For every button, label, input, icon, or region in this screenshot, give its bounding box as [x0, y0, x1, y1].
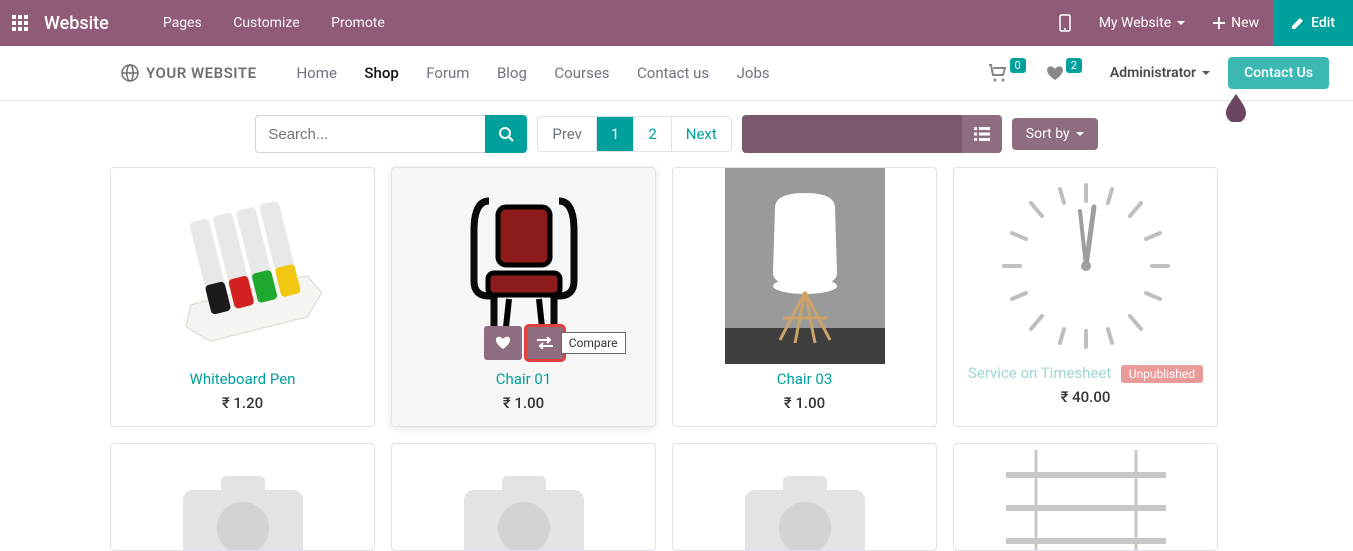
product-card[interactable] [672, 443, 937, 551]
caret-down-icon [1076, 132, 1084, 136]
logo-text: YOUR WEBSITE [146, 64, 257, 82]
product-price: ₹ 1.00 [503, 394, 544, 412]
sort-label: Sort by [1026, 126, 1070, 142]
pager-1[interactable]: 1 [597, 117, 634, 151]
search-input[interactable] [255, 115, 485, 153]
product-price: ₹ 1.00 [784, 394, 825, 412]
pager-2[interactable]: 2 [634, 117, 671, 151]
mywebsite-dropdown[interactable]: My Website [1085, 0, 1199, 46]
caret-down-icon [1202, 71, 1210, 75]
nav-forum[interactable]: Forum [414, 64, 481, 82]
nav-blog[interactable]: Blog [485, 64, 539, 82]
product-name[interactable]: Chair 03 [777, 370, 833, 388]
compare-button[interactable]: Compare [526, 326, 564, 360]
product-card[interactable]: Compare Chair 01 ₹ 1.00 [391, 167, 656, 427]
admin-label: Administrator [1110, 65, 1196, 81]
grid-view-button[interactable] [742, 115, 962, 153]
product-name[interactable]: Service on Timesheet [968, 364, 1111, 382]
product-image-placeholder [673, 444, 936, 551]
brand-title: Website [44, 13, 109, 34]
contact-us-button[interactable]: Contact Us [1228, 57, 1329, 89]
site-logo[interactable]: YOUR WEBSITE [120, 63, 257, 83]
product-card[interactable] [953, 443, 1218, 551]
nav-contactus[interactable]: Contact us [625, 64, 721, 82]
wishlist-heart-button[interactable] [484, 326, 522, 360]
topnav-customize[interactable]: Customize [219, 15, 313, 31]
product-image [954, 168, 1217, 364]
nav-home[interactable]: Home [285, 64, 349, 82]
topnav-promote[interactable]: Promote [317, 15, 399, 31]
nav-courses[interactable]: Courses [542, 64, 621, 82]
list-view-button[interactable] [962, 115, 1002, 153]
admin-dropdown[interactable]: Administrator [1110, 65, 1210, 81]
nav-jobs[interactable]: Jobs [725, 64, 782, 82]
product-image-placeholder [111, 444, 374, 551]
product-price: ₹ 1.20 [222, 394, 263, 412]
edit-label: Edit [1311, 15, 1335, 31]
cart-count: 0 [1010, 58, 1026, 73]
pager-next[interactable]: Next [672, 117, 731, 151]
contact-label: Contact Us [1244, 65, 1313, 81]
edit-button[interactable]: Edit [1273, 0, 1353, 46]
product-image [954, 444, 1217, 551]
nav-shop[interactable]: Shop [352, 64, 410, 82]
wishlist-button[interactable]: 2 [1046, 65, 1082, 81]
product-price: ₹ 40.00 [1061, 388, 1111, 406]
product-image [673, 168, 936, 364]
caret-down-icon [1177, 21, 1185, 25]
new-button[interactable]: New [1199, 0, 1273, 46]
pagination: Prev 1 2 Next [537, 116, 731, 152]
product-card[interactable] [391, 443, 656, 551]
unpublished-badge: Unpublished [1121, 365, 1203, 383]
product-card[interactable] [110, 443, 375, 551]
topnav-pages[interactable]: Pages [149, 15, 216, 31]
mywebsite-label: My Website [1099, 15, 1171, 31]
search-button[interactable] [485, 115, 527, 153]
cart-button[interactable]: 0 [988, 64, 1026, 82]
product-image [111, 168, 374, 364]
mobile-preview-icon[interactable] [1045, 0, 1085, 46]
product-card[interactable]: Service on Timesheet Unpublished ₹ 40.00 [953, 167, 1218, 427]
apps-icon[interactable] [0, 15, 40, 31]
droplet-icon[interactable] [1223, 92, 1249, 122]
product-card[interactable]: Chair 03 ₹ 1.00 [672, 167, 937, 427]
product-card[interactable]: Whiteboard Pen ₹ 1.20 [110, 167, 375, 427]
pager-prev[interactable]: Prev [538, 117, 597, 151]
compare-tooltip: Compare [561, 332, 626, 354]
sort-dropdown[interactable]: Sort by [1012, 118, 1098, 150]
product-name[interactable]: Chair 01 [496, 370, 552, 388]
product-image: Compare [392, 168, 655, 364]
wishlist-count: 2 [1066, 58, 1082, 73]
product-name[interactable]: Whiteboard Pen [190, 370, 296, 388]
product-image-placeholder [392, 444, 655, 551]
new-label: New [1231, 15, 1259, 31]
